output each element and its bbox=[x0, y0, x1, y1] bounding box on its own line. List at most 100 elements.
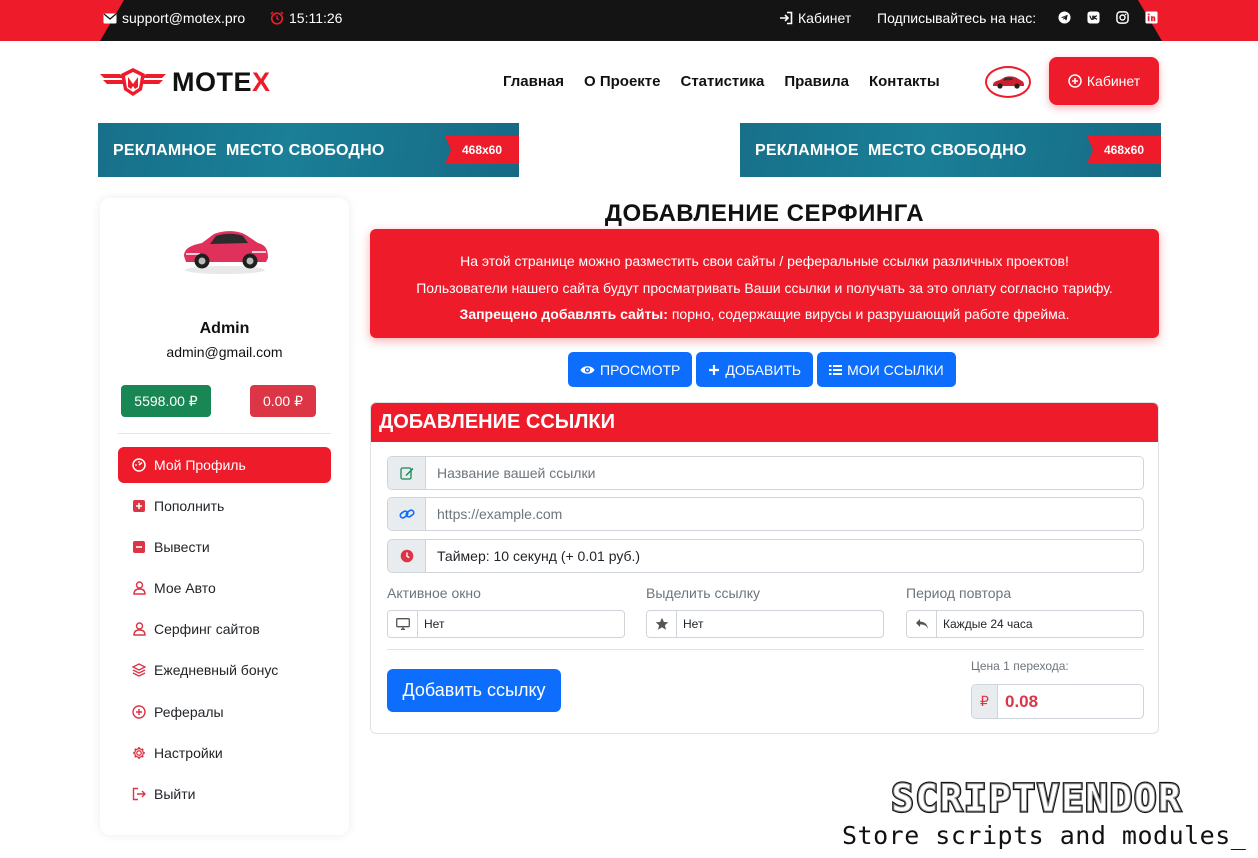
link-url-input[interactable] bbox=[426, 498, 1143, 530]
eye-icon bbox=[580, 364, 595, 376]
nav-about[interactable]: О Проекте bbox=[584, 73, 660, 90]
my-links-button[interactable]: МОИ ССЫЛКИ bbox=[817, 352, 956, 387]
dashboard-icon bbox=[132, 458, 146, 472]
ruble-sign: ₽ bbox=[972, 685, 998, 718]
topbar-cabinet-link[interactable]: Кабинет bbox=[779, 0, 851, 36]
active-window-value: Нет bbox=[424, 617, 445, 631]
clock: 15:11:26 bbox=[270, 0, 342, 36]
sidebar-item-withdraw[interactable]: Вывести bbox=[118, 529, 331, 565]
sidebar-item-label: Рефералы bbox=[154, 704, 224, 720]
active-window-label: Активное окно bbox=[387, 585, 481, 601]
repeat-value: Каждые 24 часа bbox=[943, 617, 1033, 631]
sidebar-item-daily-bonus[interactable]: Ежедневный бонус bbox=[118, 652, 331, 688]
cabinet-button[interactable]: Кабинет bbox=[1049, 57, 1159, 105]
star-icon bbox=[647, 611, 677, 637]
alert-line-2: Пользователи нашего сайта будут просматр… bbox=[416, 279, 1113, 296]
user-car-avatar[interactable] bbox=[985, 66, 1031, 98]
nav-rules[interactable]: Правила bbox=[784, 73, 849, 90]
support-email-link[interactable]: support@motex.pro bbox=[103, 0, 245, 36]
ad-banner-right[interactable]: РЕКЛАМНОЕ МЕСТО СВОБОДНО 468x60 bbox=[740, 123, 1161, 177]
nav-contacts[interactable]: Контакты bbox=[869, 73, 940, 90]
minus-square-icon bbox=[132, 540, 146, 554]
telegram-icon[interactable] bbox=[1057, 10, 1071, 24]
alert-line-1: На этой странице можно разместить свои с… bbox=[460, 253, 1069, 269]
vk-icon[interactable] bbox=[1086, 10, 1100, 24]
sidebar-item-label: Выйти bbox=[154, 786, 196, 802]
watermark-subtitle: Store scripts and modules_ bbox=[842, 821, 1247, 850]
scriptvendor-watermark: SCRIPTVENDOR SCRIPTVENDOR Store scripts … bbox=[820, 772, 1258, 858]
alert-line-3: Запрещено добавлять сайты: порно, содерж… bbox=[370, 301, 1159, 328]
instagram-icon[interactable] bbox=[1115, 10, 1129, 24]
follow-label: Подписывайтесь на нас: bbox=[877, 10, 1037, 26]
sidebar-item-logout[interactable]: Выйти bbox=[118, 776, 331, 812]
nav-home[interactable]: Главная bbox=[503, 73, 564, 90]
clock-time: 15:11:26 bbox=[289, 10, 343, 26]
envelope-icon bbox=[103, 13, 117, 24]
plus-icon bbox=[708, 364, 720, 376]
card-title: ДОБАВЛЕНИЕ ССЫЛКИ bbox=[371, 403, 1158, 442]
gear-icon bbox=[132, 746, 146, 760]
page-title: ДОБАВЛЕНИЕ СЕРФИНГА bbox=[604, 200, 925, 227]
sidebar-item-profile[interactable]: Мой Профиль bbox=[118, 447, 331, 483]
timer-select[interactable]: Таймер: 10 секунд (+ 0.01 руб.) bbox=[387, 539, 1144, 573]
highlight-value: Нет bbox=[683, 617, 704, 631]
nav-stats[interactable]: Статистика bbox=[681, 73, 765, 90]
top-bar: support@motex.pro 15:11:26 Кабинет Подпи… bbox=[0, 0, 1258, 41]
cabinet-button-label: Кабинет bbox=[1086, 73, 1141, 89]
link-url-group bbox=[387, 497, 1144, 531]
my-links-button-label: МОИ ССЫЛКИ bbox=[847, 361, 944, 378]
add-link-card: ДОБАВЛЕНИЕ ССЫЛКИ Таймер: 10 секунд (+ 0… bbox=[370, 402, 1159, 734]
profile-name: Admin bbox=[199, 320, 250, 337]
repeat-label: Период повтора bbox=[906, 585, 1012, 601]
card-divider bbox=[387, 649, 1144, 650]
sidebar-divider bbox=[118, 433, 331, 434]
sidebar-item-label: Настройки bbox=[154, 745, 223, 761]
scriptvendor-logo: SCRIPTVENDOR SCRIPTVENDOR bbox=[833, 780, 1242, 818]
plus-circle-icon bbox=[132, 705, 146, 719]
clock-icon bbox=[388, 540, 426, 572]
profile-email: admin@gmail.com bbox=[166, 344, 283, 360]
site-logo[interactable]: MOTEX bbox=[100, 66, 271, 98]
social-links bbox=[1057, 10, 1158, 24]
highlight-label: Выделить ссылку bbox=[646, 585, 760, 601]
logo-emblem-icon bbox=[100, 66, 166, 98]
list-icon bbox=[829, 364, 843, 376]
view-button-label: ПРОСМОТР bbox=[600, 361, 681, 378]
sidebar-item-settings[interactable]: Настройки bbox=[118, 735, 331, 771]
sidebar-item-referrals[interactable]: Рефералы bbox=[118, 694, 331, 730]
price-display: ₽ 0.08 bbox=[971, 684, 1144, 719]
active-window-select[interactable]: Нет bbox=[387, 610, 625, 638]
sidebar-item-deposit[interactable]: Пополнить bbox=[118, 488, 331, 524]
sidebar-item-surfing[interactable]: Серфинг сайтов bbox=[118, 611, 331, 647]
ad-banner-text: РЕКЛАМНОЕ МЕСТО СВОБОДНО bbox=[755, 142, 1027, 159]
sidebar-item-label: Пополнить bbox=[154, 498, 225, 514]
sidebar-item-label: Мой Профиль bbox=[154, 457, 246, 473]
topbar-accent-left bbox=[0, 0, 100, 41]
repeat-select[interactable]: Каждые 24 часа bbox=[906, 610, 1144, 638]
link-name-input[interactable] bbox=[426, 457, 1143, 489]
monitor-icon bbox=[388, 611, 418, 637]
user-icon bbox=[132, 622, 146, 636]
sidebar-item-my-car[interactable]: Мое Авто bbox=[118, 570, 331, 606]
profile-sidebar: Admin admin@gmail.com 5598.00 ₽ 0.00 ₽ М… bbox=[100, 198, 349, 835]
sidebar-item-label: Вывести bbox=[154, 539, 210, 555]
ad-banner-left[interactable]: РЕКЛАМНОЕ МЕСТО СВОБОДНО 468x60 bbox=[98, 123, 519, 177]
highlight-select[interactable]: Нет bbox=[646, 610, 884, 638]
view-button[interactable]: ПРОСМОТР bbox=[568, 352, 693, 387]
alarm-clock-icon bbox=[270, 11, 284, 25]
add-button[interactable]: ДОБАВИТЬ bbox=[696, 352, 814, 387]
reply-icon bbox=[907, 611, 937, 637]
link-icon bbox=[388, 498, 426, 530]
ad-balance-badge: 0.00 ₽ bbox=[250, 385, 316, 417]
ad-banner-text: РЕКЛАМНОЕ МЕСТО СВОБОДНО bbox=[113, 142, 385, 159]
main-balance-badge: 5598.00 ₽ bbox=[121, 385, 211, 417]
profile-car-image bbox=[180, 216, 270, 276]
linkedin-icon[interactable] bbox=[1144, 10, 1158, 24]
support-email: support@motex.pro bbox=[122, 10, 246, 26]
logout-icon bbox=[132, 787, 146, 801]
add-link-submit-button[interactable]: Добавить ссылку bbox=[387, 669, 561, 712]
surf-action-buttons: ПРОСМОТР ДОБАВИТЬ МОИ ССЫЛКИ bbox=[568, 352, 956, 387]
info-alert: На этой странице можно разместить свои с… bbox=[370, 229, 1159, 338]
price-label: Цена 1 перехода: bbox=[971, 659, 1069, 673]
sidebar-item-label: Серфинг сайтов bbox=[154, 621, 260, 637]
